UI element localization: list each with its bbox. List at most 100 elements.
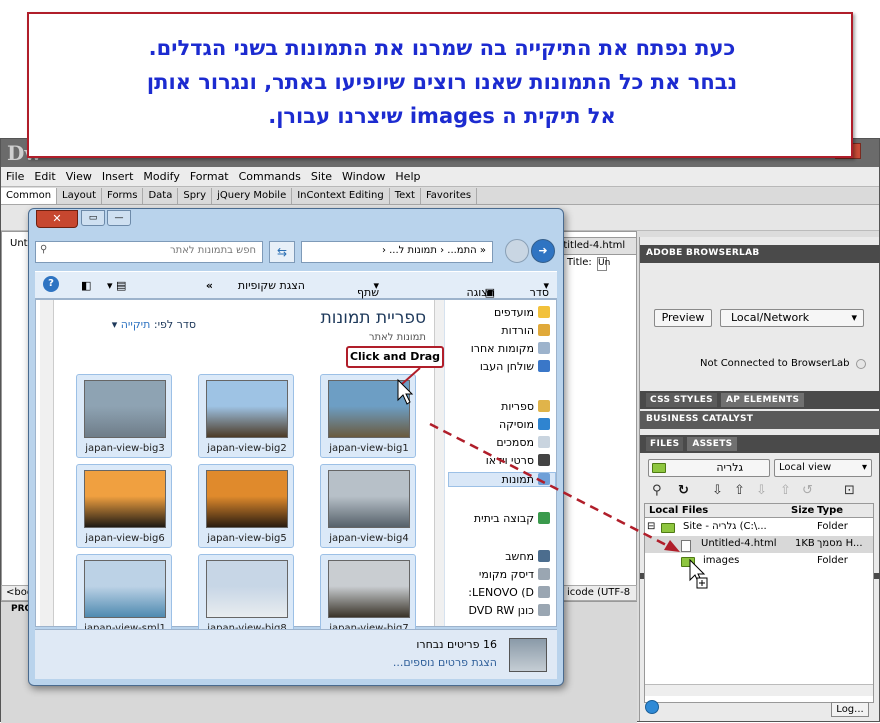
photo-thumbnail[interactable]: japan-view-big4 [320, 464, 416, 548]
tab-files[interactable]: FILES [646, 437, 684, 451]
tab-text[interactable]: Text [390, 188, 421, 204]
content-scrollbar[interactable] [40, 300, 54, 626]
put-files-icon[interactable]: ⇧ [734, 483, 745, 498]
refresh-button[interactable]: ⇆ [269, 241, 295, 263]
tab-layout[interactable]: Layout [57, 188, 103, 204]
photo-thumbnail[interactable]: japan-view-big5 [198, 464, 294, 548]
sort-control[interactable]: סדר לפי: תיקייה ▾ [76, 318, 196, 331]
menu-modify[interactable]: Modify [138, 167, 184, 183]
back-button[interactable] [505, 239, 529, 263]
tab-jquery-mobile[interactable]: jQuery Mobile [212, 188, 293, 204]
photo-thumbnail[interactable]: japan-view-big3 [76, 374, 172, 458]
collapse-icon[interactable]: ⊟ [647, 521, 655, 532]
share-button[interactable]: שתף עם ▾ [357, 279, 379, 312]
nav-item[interactable]: שולחן העבו [480, 360, 550, 373]
checkout-icon[interactable]: ⇩ [756, 483, 767, 498]
connect-icon[interactable]: ⚲ [652, 483, 662, 498]
address-bar[interactable]: « התמ... ‹ תמונות ל... ‹ [301, 241, 493, 263]
tab-spry[interactable]: Spry [178, 188, 213, 204]
show-more-details-link[interactable]: הצגת פרטים נוספים... [393, 656, 497, 669]
tab-incontext-editing[interactable]: InContext Editing [292, 188, 390, 204]
site-select[interactable]: גלריה [648, 459, 770, 477]
tab-common[interactable]: Common [1, 188, 58, 204]
minimize-icon[interactable]: — [107, 210, 131, 226]
photo-preview-icon [328, 380, 410, 438]
get-files-icon[interactable]: ⇩ [712, 483, 723, 498]
view-select[interactable]: Local view ▾ [774, 459, 872, 477]
nav-item[interactable]: מקומות אחרו [471, 342, 550, 355]
col-local-files[interactable]: Local Files [649, 505, 708, 516]
browserlab-header[interactable]: ADOBE BROWSERLAB [640, 245, 880, 263]
menu-commands[interactable]: Commands [234, 167, 306, 183]
refresh-icon: ⇆ [276, 245, 288, 259]
menu-format[interactable]: Format [185, 167, 234, 183]
business-catalyst-header[interactable]: BUSINESS CATALYST [640, 411, 880, 429]
nav-item[interactable]: ספריות [501, 400, 550, 413]
tab-css-styles[interactable]: CSS STYLES [646, 393, 717, 407]
menu-help[interactable]: Help [390, 167, 425, 183]
folder-icon [661, 523, 675, 533]
checkin-icon[interactable]: ⇧ [780, 483, 791, 498]
table-row[interactable]: images Folder [645, 553, 873, 570]
close-icon[interactable]: ✕ [36, 210, 78, 228]
forward-button[interactable]: ➜ [531, 239, 555, 263]
files-toolbar: ⚲ ↻ ⇩ ⇧ ⇩ ⇧ ↺ ⊡ [648, 481, 870, 503]
photo-thumbnail[interactable]: japan-view-big7 [320, 554, 416, 638]
photo-thumbnail[interactable]: japan-view-big1 [320, 374, 416, 458]
slideshow-button[interactable]: הצגת שקופיות [238, 279, 305, 292]
tab-ap-elements[interactable]: AP ELEMENTS [720, 393, 805, 407]
menu-edit[interactable]: Edit [29, 167, 60, 183]
dreamweaver-menu-bar: File Edit View Insert Modify Format Commands Si… [1, 167, 879, 187]
menu-insert[interactable]: Insert [97, 167, 139, 183]
nav-item[interactable]: הורדות [501, 324, 550, 337]
nav-item[interactable]: מסמכים [496, 436, 550, 449]
more-commands-button[interactable]: » [206, 279, 213, 292]
sync-icon[interactable]: ↺ [802, 483, 813, 498]
view-options-icon[interactable]: ▤ ▾ [107, 279, 126, 292]
menu-file[interactable]: File [1, 167, 29, 183]
title-field-row: Title: Un [567, 257, 637, 277]
local-network-select[interactable]: Local/Network ▾ [720, 309, 864, 327]
menu-view[interactable]: View [61, 167, 97, 183]
nav-item[interactable]: LENOVO (D: [468, 586, 550, 599]
explorer-window: ✕ ▭ — חפש בתמונות לאתר ⚲ ⇆ « התמ... ‹ תמ… [28, 208, 564, 686]
help-icon[interactable]: ? [43, 276, 59, 292]
col-type[interactable]: Type [817, 505, 843, 516]
preview-pane-icon[interactable]: ◧ [81, 279, 91, 292]
nav-item[interactable]: קבוצה ביתית [474, 512, 550, 525]
photo-thumbnail[interactable]: japan-view-big8 [198, 554, 294, 638]
tab-assets[interactable]: ASSETS [687, 437, 738, 451]
tab-data[interactable]: Data [143, 188, 179, 204]
title-input[interactable]: Un [597, 257, 610, 271]
log-button[interactable]: Log... [831, 702, 869, 717]
tab-forms[interactable]: Forms [102, 188, 144, 204]
search-input[interactable]: חפש בתמונות לאתר ⚲ [35, 241, 263, 263]
library-subtitle: תמונות לאתר [368, 332, 426, 343]
document-tab[interactable]: ntitled-4.html [553, 237, 637, 255]
nav-item[interactable]: כונן DVD RW [468, 604, 550, 617]
nav-item[interactable]: מוסיקה [499, 418, 550, 431]
menu-site[interactable]: Site [306, 167, 337, 183]
tab-favorites[interactable]: Favorites [421, 188, 478, 204]
nav-item[interactable]: מחשב [505, 550, 550, 563]
nav-item[interactable]: דיסק מקומי [479, 568, 550, 581]
col-size[interactable]: Size [791, 505, 814, 516]
maximize-icon[interactable]: ▭ [81, 210, 105, 226]
refresh-icon[interactable]: ↻ [678, 483, 689, 498]
table-row[interactable]: ⊟ Site - גלריה (C:\... Folder [645, 519, 873, 536]
local-files-table: Local Files Size Type ⊟ Site - גלריה (C:… [644, 503, 874, 703]
photo-thumbnail[interactable]: japan-view-big2 [198, 374, 294, 458]
nav-item[interactable]: מועדפים [494, 306, 550, 319]
menu-window[interactable]: Window [337, 167, 390, 183]
files-hscrollbar[interactable] [645, 684, 873, 696]
photo-thumbnail[interactable]: japan-view-sml1 [76, 554, 172, 638]
nav-item[interactable]: סרטי וידאו [486, 454, 550, 467]
preview-button[interactable]: Preview [654, 309, 712, 327]
nav-item[interactable]: תמונות [448, 472, 556, 487]
organize-button[interactable]: סדר ▾ [530, 279, 549, 299]
photo-thumbnail[interactable]: japan-view-big6 [76, 464, 172, 548]
browserlab-status: Not Connected to BrowserLab [700, 358, 850, 369]
table-row[interactable]: Untitled-4.html 1KB מסמך H... [645, 536, 873, 553]
expand-icon[interactable]: ⊡ [844, 483, 855, 498]
sort-value: תיקייה [120, 318, 151, 331]
